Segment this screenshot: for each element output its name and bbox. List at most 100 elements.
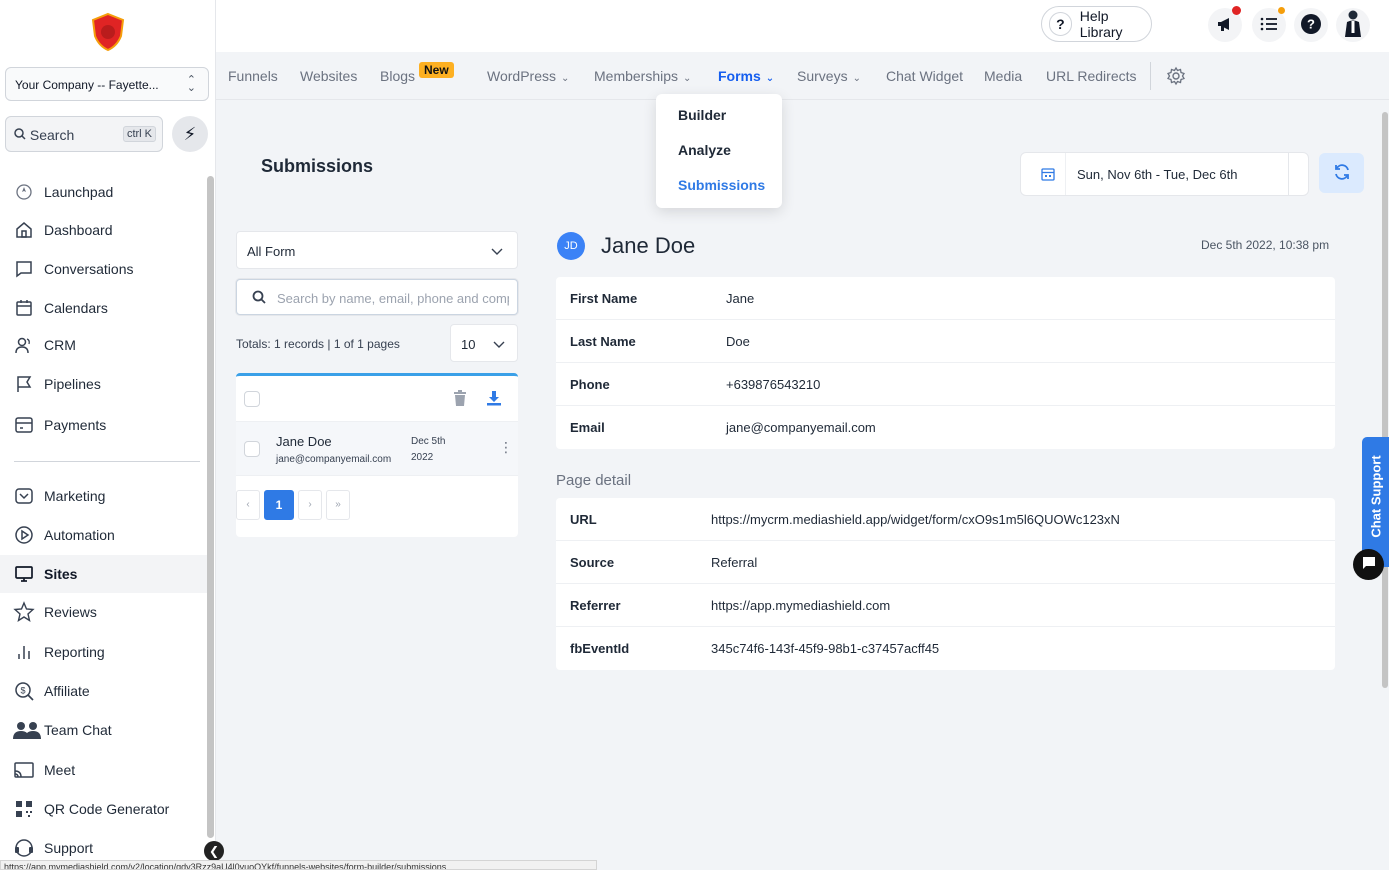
chat-bubble-button[interactable] [1353, 549, 1384, 580]
sidebar-item-marketing[interactable]: Marketing [0, 477, 210, 515]
company-switcher[interactable]: Your Company -- Fayette... ⌃ ⌄ [5, 67, 209, 101]
subnav-websites[interactable]: Websites [300, 68, 357, 84]
chevron-down-icon [491, 244, 503, 259]
main-scrollbar[interactable] [1382, 112, 1388, 688]
collapse-sidebar-button[interactable]: ❮ [204, 841, 224, 861]
subnav-divider [1150, 62, 1151, 90]
sidebar-item-reviews[interactable]: Reviews [0, 593, 210, 631]
subnav-surveys[interactable]: Surveys ⌄ [797, 68, 861, 84]
page-button-1[interactable]: 1 [264, 490, 294, 520]
submission-name: Jane Doe [276, 434, 332, 449]
sidebar-item-conversations[interactable]: Conversations [0, 250, 210, 288]
chat-support-tab[interactable]: Chat Support [1362, 437, 1389, 567]
next-page-button[interactable]: › [298, 490, 322, 520]
field-label: Phone [570, 377, 610, 392]
sidebar-item-affiliate[interactable]: $ Affiliate [0, 672, 210, 710]
sidebar-item-launchpad[interactable]: Launchpad [0, 173, 210, 211]
subnav-label: Forms [718, 68, 761, 84]
list-item[interactable]: Jane Doe jane@companyemail.com Dec 5th 2… [236, 422, 518, 476]
sidebar-item-label: Meet [44, 762, 76, 778]
sidebar-item-team-chat[interactable]: Team Chat [0, 711, 210, 749]
affiliate-icon: $ [12, 679, 36, 703]
sidebar-item-label: Launchpad [44, 184, 114, 200]
row-checkbox[interactable] [244, 441, 260, 457]
subnav-chat-widget[interactable]: Chat Widget [886, 68, 963, 84]
sidebar-item-calendars[interactable]: Calendars [0, 289, 210, 327]
sidebar-item-label: Reviews [44, 604, 97, 620]
page-title: Submissions [261, 156, 374, 176]
help-button[interactable]: ? [1294, 8, 1328, 42]
new-badge: New [419, 62, 454, 78]
menu-item-submissions[interactable]: Submissions [678, 177, 765, 193]
sidebar-item-label: Dashboard [44, 222, 113, 238]
contact-fields-card: First Name Jane Last Name Doe Phone +639876… [556, 277, 1335, 449]
subnav-forms[interactable]: Forms ⌄ [718, 68, 774, 84]
quick-actions-button[interactable]: ⚡ [172, 116, 208, 152]
subnav-media[interactable]: Media [984, 68, 1022, 84]
menu-item-analyze[interactable]: Analyze [678, 142, 731, 158]
sidebar-item-qr-code-generator[interactable]: QR Code Generator [0, 790, 210, 828]
field-label: Source [570, 555, 615, 570]
date-range-picker[interactable]: Sun, Nov 6th - Tue, Dec 6th [1020, 152, 1309, 196]
svg-text:?: ? [1307, 16, 1315, 31]
automation-icon [12, 523, 36, 547]
sidebar-item-label: Sites [44, 566, 78, 582]
field-value: Jane [726, 291, 755, 306]
search-input[interactable] [277, 287, 509, 309]
field-row: Referrer https://app.mymediashield.com [556, 584, 1335, 627]
submissions-search [236, 279, 518, 315]
help-library-button[interactable]: ? Help Library [1041, 6, 1152, 42]
sidebar-item-automation[interactable]: Automation [0, 516, 210, 554]
page-size-select[interactable]: 10 [450, 324, 518, 362]
divider [1288, 153, 1289, 195]
sidebar-item-sites[interactable]: Sites [0, 555, 210, 593]
sidebar-item-label: Reporting [44, 644, 105, 660]
company-logo[interactable] [90, 12, 126, 52]
star-icon [12, 600, 36, 624]
top-header: ? Help Library ? [216, 0, 1389, 52]
sidebar-search[interactable]: Search ctrl K [5, 116, 163, 152]
submission-date: Dec 5th [411, 436, 446, 447]
download-icon[interactable] [486, 390, 502, 409]
chevron-down-icon: ⌄ [560, 73, 570, 84]
form-select[interactable]: All Form [236, 231, 518, 269]
prev-page-button[interactable]: ‹ [236, 490, 260, 520]
sidebar-scrollbar[interactable] [207, 176, 214, 838]
help-circle-icon: ? [1300, 13, 1322, 38]
sidebar-item-dashboard[interactable]: Dashboard [0, 211, 210, 249]
subnav-url-redirects[interactable]: URL Redirects [1046, 68, 1137, 84]
chevron-down-icon: ⌄ [683, 73, 692, 84]
announcements-button[interactable] [1208, 6, 1242, 42]
refresh-button[interactable] [1319, 153, 1364, 193]
more-options-icon[interactable]: ⋮ [499, 440, 513, 454]
company-name: Your Company -- Fayette... [15, 78, 159, 92]
trash-icon[interactable] [453, 390, 467, 409]
sidebar-search-label: Search [29, 127, 75, 143]
sidebar-item-payments[interactable]: Payments [0, 406, 210, 444]
subnav-blogs[interactable]: Blogs [380, 68, 415, 84]
field-row: First Name Jane [556, 277, 1335, 320]
sidebar-item-label: Automation [44, 527, 115, 543]
field-row: Source Referral [556, 541, 1335, 584]
submission-timestamp: Dec 5th 2022, 10:38 pm [1201, 238, 1330, 252]
team-icon [12, 718, 42, 742]
sidebar-item-pipelines[interactable]: Pipelines [0, 365, 210, 403]
tasks-button[interactable] [1252, 7, 1286, 42]
select-all-checkbox[interactable] [244, 391, 260, 407]
subnav-wordpress[interactable]: WordPress ⌄ [487, 68, 569, 84]
sidebar-item-meet[interactable]: Meet [0, 751, 210, 789]
user-avatar[interactable] [1336, 8, 1370, 42]
menu-item-builder[interactable]: Builder [678, 107, 726, 123]
gear-icon[interactable] [1166, 66, 1186, 86]
chat-icon [12, 257, 36, 281]
sidebar-item-label: Affiliate [44, 683, 90, 699]
subnav-memberships[interactable]: Memberships ⌄ [594, 68, 691, 84]
marketing-icon [12, 484, 36, 508]
sidebar-item-crm[interactable]: CRM [0, 326, 210, 364]
sidebar-item-reporting[interactable]: Reporting [0, 633, 210, 671]
last-page-button[interactable]: » [326, 490, 350, 520]
chat-support-label: Chat Support [1368, 455, 1384, 538]
svg-text:$: $ [20, 686, 25, 696]
field-value: 345c74f6-143f-45f9-98b1-c37457acff45 [711, 641, 940, 656]
subnav-funnels[interactable]: Funnels [228, 68, 278, 84]
